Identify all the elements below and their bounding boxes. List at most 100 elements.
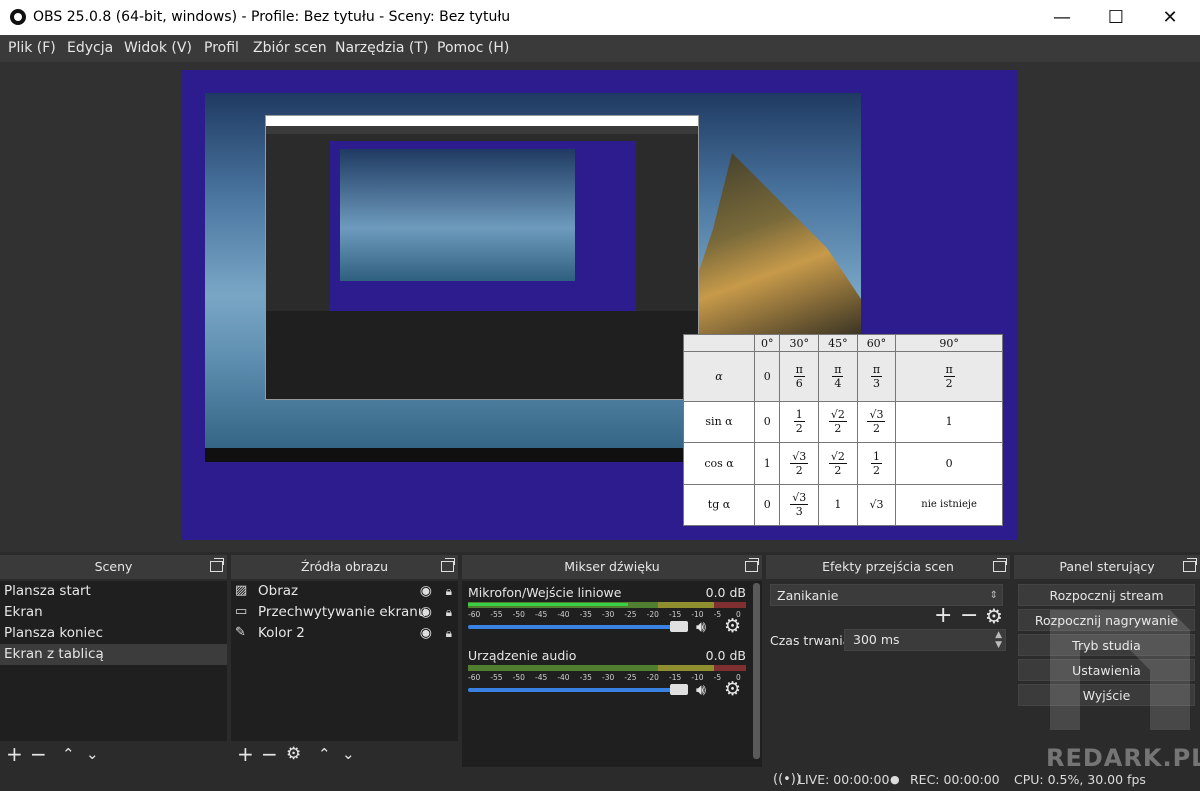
speaker-icon[interactable]: 🔊︎ [696, 680, 706, 700]
function-label: tg α [683, 483, 755, 527]
volume-slider-handle[interactable] [670, 621, 688, 632]
maximize-button[interactable]: ☐ [1093, 0, 1139, 35]
rec-time: REC: 00:00:00 [910, 772, 1000, 787]
mixer-dock: Mikser dźwięku Mikrofon/Wejście liniowe … [462, 555, 762, 767]
fraction: √2 2 [828, 449, 847, 477]
title-bar: OBS 25.0.8 (64-bit, windows) - Profile: … [0, 0, 1200, 35]
meter-tick-label: -45 [535, 610, 548, 619]
scenes-list: Plansza start Ekran Plansza koniec Ekran… [0, 581, 227, 741]
fraction: √3 2 [867, 408, 886, 435]
move-up-icon[interactable]: ⌃ [62, 741, 75, 767]
source-item[interactable]: ▨ Obraz ◉ 🔒︎ [231, 581, 458, 602]
undock-icon[interactable] [993, 558, 1007, 572]
fraction: π2 [943, 363, 955, 390]
minimize-button[interactable]: — [1039, 0, 1085, 35]
scenes-dock: Sceny Plansza start Ekran Plansza koniec… [0, 555, 227, 767]
transition-select-value: Zanikanie [777, 588, 839, 603]
undock-icon[interactable] [1183, 558, 1197, 572]
remove-icon[interactable]: − [960, 603, 978, 628]
menu-edit[interactable]: Edycja [67, 40, 113, 56]
trig-cell: 0 [753, 400, 781, 444]
source-item[interactable]: ▭ Przechwytywanie ekranu ◉ 🔒︎ [231, 602, 458, 623]
scene-item[interactable]: Ekran [0, 602, 227, 623]
numerator: √2 [828, 408, 847, 423]
undock-icon[interactable] [441, 558, 455, 572]
meter-tick-label: -25 [624, 673, 637, 682]
source-item[interactable]: ✎ Kolor 2 ◉ 🔒︎ [231, 623, 458, 644]
move-down-icon[interactable]: ⌄ [342, 741, 355, 767]
trig-table-image: 0° 30° 45° 60° 90° α 0π6π4π3π2 sin α 0 1 2 √… [683, 334, 1003, 527]
visibility-eye-icon[interactable]: ◉ [420, 623, 432, 644]
cell-value: 0 [763, 415, 771, 429]
remove-icon[interactable]: − [261, 741, 278, 767]
visibility-eye-icon[interactable]: ◉ [420, 602, 432, 623]
move-up-icon[interactable]: ⌃ [318, 741, 331, 767]
trig-cell: 0 [895, 442, 1003, 485]
menu-tools[interactable]: Narzędzia (T) [335, 40, 428, 56]
trig-cell: π3 [856, 351, 897, 402]
meter-tick-label: -20 [646, 610, 659, 619]
close-button[interactable]: ✕ [1147, 0, 1193, 35]
fraction: π6 [793, 363, 805, 390]
undock-icon[interactable] [210, 558, 224, 572]
gear-icon[interactable]: ⚙ [985, 604, 1003, 628]
gear-icon[interactable]: ⚙ [286, 741, 301, 767]
remove-icon[interactable]: − [30, 741, 47, 767]
volume-slider-handle[interactable] [670, 684, 688, 695]
function-label: cos α [683, 442, 755, 485]
scene-item-selected[interactable]: Ekran z tablicą [0, 644, 227, 665]
duration-spinbox[interactable]: 300 ms ▲ ▼ [844, 629, 1006, 651]
lock-icon[interactable]: 🔒︎ [446, 623, 452, 644]
gear-icon[interactable]: ⚙ [724, 615, 741, 637]
denominator: 2 [945, 376, 953, 390]
menu-bar: Plik (F) Edycja Widok (V) Profil Zbiór s… [0, 35, 1200, 62]
trig-cell: 1 [895, 400, 1003, 444]
cell-value: 1 [945, 415, 953, 429]
visibility-eye-icon[interactable]: ◉ [420, 581, 432, 602]
meter-tick-label: -45 [535, 673, 548, 682]
obs-logo-icon [10, 9, 26, 25]
lock-icon[interactable]: 🔒︎ [446, 581, 452, 602]
scene-item[interactable]: Plansza koniec [0, 623, 227, 644]
speaker-icon[interactable]: 🔊︎ [696, 617, 706, 637]
fraction: √3 3 [790, 491, 809, 518]
meter-tick-label: -30 [602, 610, 615, 619]
trig-cell: √3 [856, 483, 897, 527]
move-down-icon[interactable]: ⌄ [86, 741, 99, 767]
spinner-arrows-icon[interactable]: ▲ ▼ [995, 630, 1002, 650]
trig-cell: 0 [753, 351, 781, 402]
menu-file[interactable]: Plik (F) [8, 40, 56, 56]
angle-header: 60° [856, 334, 897, 352]
numerator: 1 [870, 449, 882, 464]
denominator: 3 [872, 376, 880, 390]
preview-canvas[interactable]: 0° 30° 45° 60° 90° α 0π6π4π3π2 sin α 0 1 2 √… [181, 70, 1018, 540]
cell-value: 0 [763, 369, 771, 383]
add-icon[interactable]: + [934, 603, 952, 628]
menu-help[interactable]: Pomoc (H) [437, 40, 509, 56]
add-icon[interactable]: + [6, 741, 23, 767]
mixer-scrollbar[interactable] [753, 583, 760, 759]
monitor-icon: ▭ [235, 604, 248, 619]
controls-title: Panel sterujący [1014, 555, 1200, 579]
undock-icon[interactable] [745, 558, 759, 572]
menu-profile[interactable]: Profil [204, 40, 239, 56]
gear-icon[interactable]: ⚙ [724, 678, 741, 700]
numerator: √2 [828, 449, 847, 464]
add-icon[interactable]: + [237, 741, 254, 767]
volume-slider[interactable] [468, 688, 688, 692]
cpu-fps: CPU: 0.5%, 30.00 fps [1014, 772, 1146, 787]
fraction: 12 [793, 408, 805, 435]
trig-cell: 12 [856, 442, 897, 485]
denominator: 4 [834, 376, 842, 390]
lock-icon[interactable]: 🔒︎ [446, 602, 452, 623]
scene-item[interactable]: Plansza start [0, 581, 227, 602]
sources-list: ▨ Obraz ◉ 🔒︎ ▭ Przechwytywanie ekranu ◉ … [231, 581, 458, 741]
menu-scene-collection[interactable]: Zbiór scen [253, 40, 327, 56]
sources-toolbar: + − ⚙ ⌃ ⌄ [231, 741, 458, 767]
angle-header: 0° [753, 334, 781, 352]
volume-meter [468, 665, 746, 671]
denominator: 2 [872, 463, 880, 477]
volume-slider[interactable] [468, 625, 688, 629]
menu-view[interactable]: Widok (V) [124, 40, 192, 56]
fraction: 12 [870, 449, 882, 477]
